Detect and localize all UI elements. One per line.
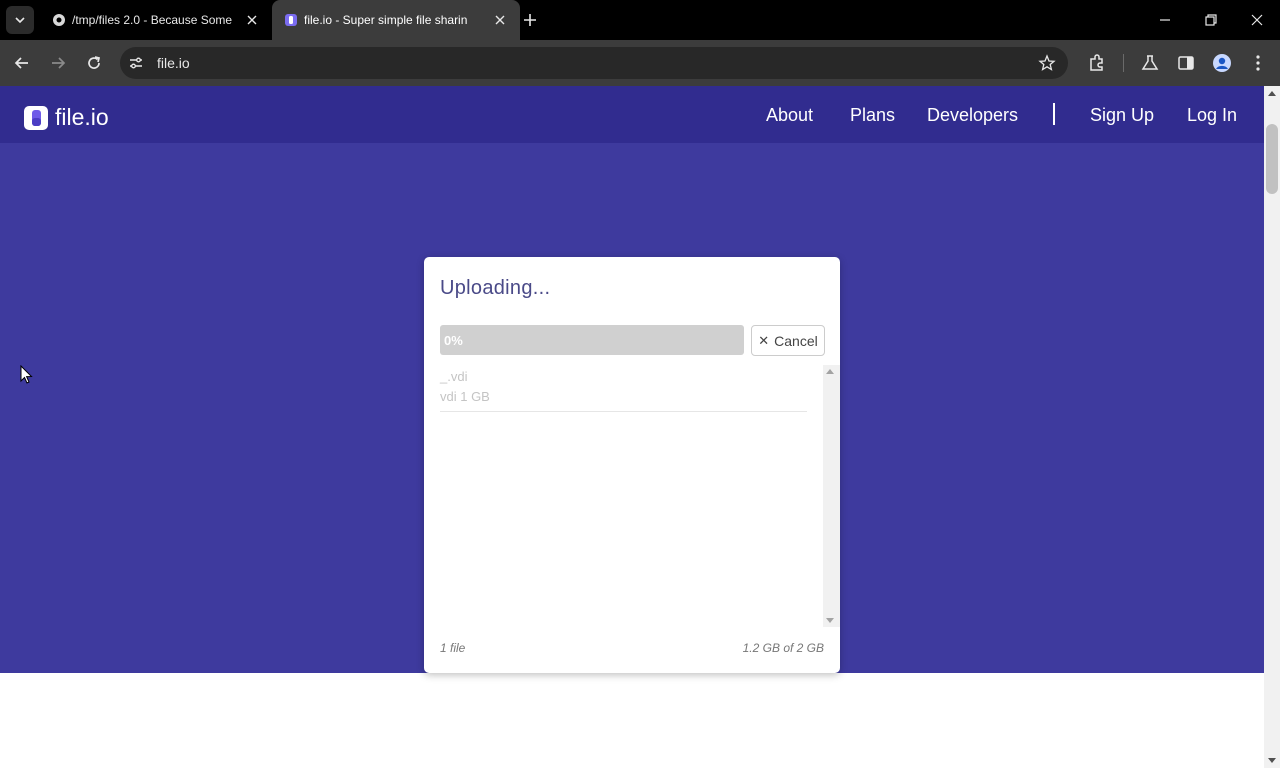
reload-icon[interactable] — [84, 53, 104, 73]
scroll-up-icon[interactable] — [826, 369, 834, 374]
cancel-upload-button[interactable]: ✕ Cancel — [751, 325, 825, 356]
nav-plans-link[interactable]: Plans — [850, 105, 895, 126]
cancel-label: Cancel — [774, 332, 818, 349]
tab-search-button[interactable] — [6, 6, 34, 34]
address-bar[interactable]: file.io — [120, 47, 1068, 79]
profile-avatar-icon[interactable] — [1212, 53, 1232, 73]
file-name: _.vdi — [440, 369, 468, 384]
browser-tab-strip: /tmp/files 2.0 - Because Some file.io - … — [0, 0, 1280, 40]
mouse-cursor-icon — [20, 365, 33, 384]
nav-signup-link[interactable]: Sign Up — [1090, 105, 1154, 126]
list-item: _.vdi vdi 1 GB — [440, 365, 807, 412]
url-text: file.io — [157, 55, 190, 71]
logo-text: file.io — [55, 104, 109, 130]
back-icon[interactable] — [12, 53, 32, 73]
close-icon[interactable] — [492, 12, 508, 28]
tab-title: /tmp/files 2.0 - Because Some — [72, 13, 233, 27]
new-tab-icon[interactable] — [520, 10, 540, 30]
extensions-icon[interactable] — [1087, 53, 1107, 73]
nav-developers-link[interactable]: Developers — [927, 105, 1018, 126]
close-icon[interactable] — [244, 12, 260, 28]
upload-progress-bar: 0% — [440, 325, 744, 355]
scroll-up-icon[interactable] — [1268, 91, 1276, 96]
minimize-icon[interactable] — [1157, 12, 1173, 28]
close-icon: ✕ — [758, 332, 770, 348]
site-navbar: file.io About Plans Developers Sign Up L… — [0, 86, 1264, 143]
tab-fileio[interactable]: file.io - Super simple file sharin — [272, 0, 520, 40]
fileio-logo-icon — [24, 105, 48, 130]
nav-divider — [1053, 103, 1055, 125]
page-viewport: file.io About Plans Developers Sign Up L… — [0, 86, 1264, 768]
fileio-favicon-icon — [285, 14, 297, 26]
more-menu-icon[interactable] — [1248, 53, 1268, 73]
storage-quota: 1.2 GB of 2 GB — [742, 641, 824, 655]
side-panel-icon[interactable] — [1176, 53, 1196, 73]
file-meta: vdi 1 GB — [440, 389, 490, 404]
browser-toolbar: file.io — [0, 40, 1280, 86]
site-logo[interactable]: file.io — [24, 104, 109, 131]
tab-tmpfiles[interactable]: /tmp/files 2.0 - Because Some — [40, 0, 272, 40]
nav-login-link[interactable]: Log In — [1187, 105, 1237, 126]
nav-about-link[interactable]: About — [766, 105, 813, 126]
page-scrollbar[interactable] — [1264, 86, 1280, 768]
site-info-icon[interactable] — [128, 55, 144, 71]
upload-file-list[interactable]: _.vdi vdi 1 GB — [440, 365, 840, 627]
bookmark-star-icon[interactable] — [1038, 54, 1056, 72]
upload-panel: Uploading... 0% ✕ Cancel _.vdi vdi 1 GB … — [424, 257, 840, 673]
tab-title: file.io - Super simple file sharin — [304, 13, 468, 27]
upload-status-title: Uploading... — [440, 277, 551, 299]
scroll-down-icon[interactable] — [826, 618, 834, 623]
restore-icon[interactable] — [1203, 12, 1219, 28]
upload-progress-label: 0% — [444, 333, 463, 348]
tmpfiles-favicon-icon — [53, 14, 65, 26]
forward-icon[interactable] — [48, 53, 68, 73]
scroll-down-icon[interactable] — [1268, 758, 1276, 763]
toolbar-separator — [1123, 54, 1124, 72]
scrollbar-thumb[interactable] — [1266, 124, 1278, 194]
chevron-down-icon — [15, 17, 25, 24]
file-count: 1 file — [440, 641, 466, 655]
labs-flask-icon[interactable] — [1140, 53, 1160, 73]
file-list-scrollbar[interactable] — [823, 365, 840, 627]
close-window-icon[interactable] — [1249, 12, 1265, 28]
